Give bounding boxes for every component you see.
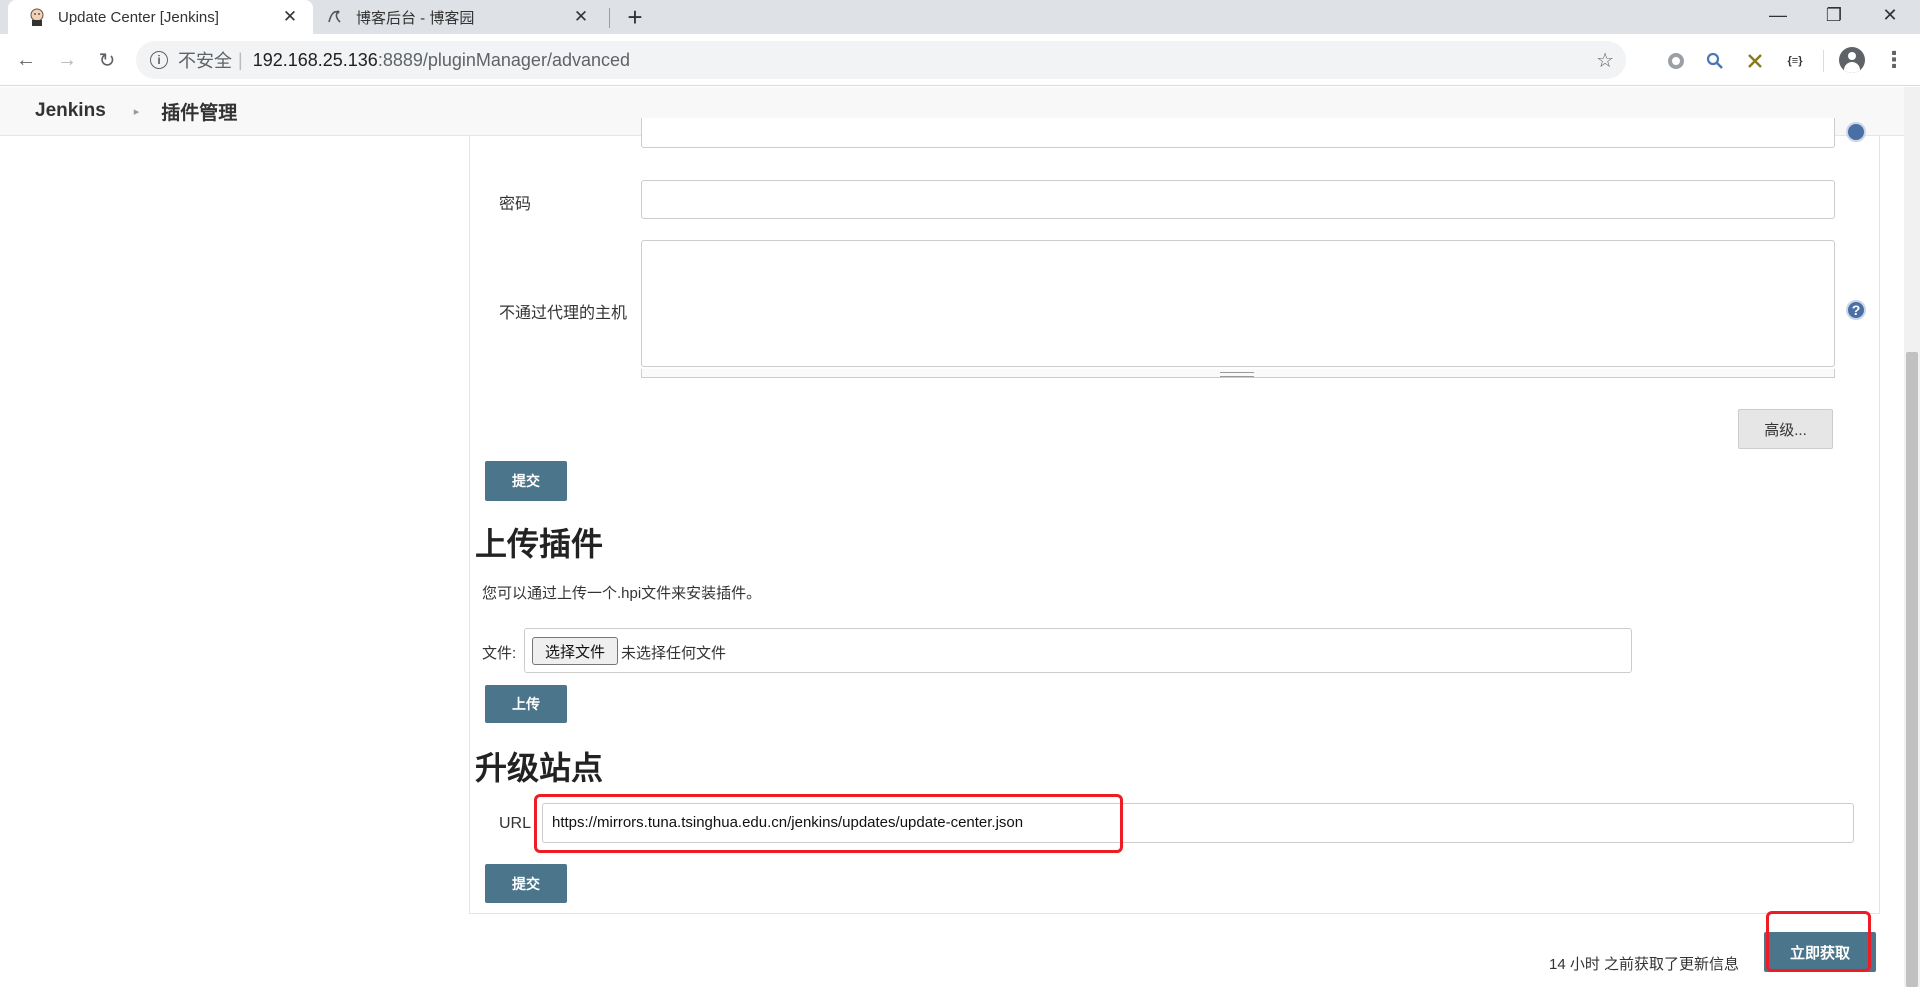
breadcrumb-jenkins[interactable]: Jenkins <box>35 100 106 122</box>
extension-json-icon[interactable]: {≡} <box>1781 47 1809 75</box>
new-tab-button[interactable]: + <box>620 2 650 32</box>
no-file-chosen-text: 未选择任何文件 <box>621 645 727 662</box>
username-field[interactable] <box>641 118 1835 148</box>
back-icon[interactable]: ← <box>10 44 42 76</box>
last-update-text: 14 小时 之前获取了更新信息 <box>1549 956 1740 973</box>
upload-plugin-description: 您可以通过上传一个.hpi文件来安装插件。 <box>482 585 762 602</box>
scrollbar-thumb[interactable] <box>1906 352 1918 987</box>
password-field[interactable] <box>641 180 1835 219</box>
address-separator: | <box>238 49 243 70</box>
jenkins-butler-icon <box>26 6 48 28</box>
no-proxy-hosts-label: 不通过代理的主机 <box>499 305 628 322</box>
bookmark-star-icon[interactable]: ☆ <box>1596 48 1614 73</box>
cnblogs-icon <box>324 6 346 28</box>
extension-x-icon[interactable] <box>1741 47 1769 75</box>
restore-button[interactable]: ❐ <box>1806 0 1862 30</box>
update-site-submit-button[interactable]: 提交 <box>485 864 567 903</box>
url-label: URL <box>499 815 532 832</box>
highlight-box-fetch <box>1766 911 1871 972</box>
reload-icon[interactable]: ↻ <box>91 44 123 76</box>
tab-title: 博客后台 - 博客园 <box>356 9 475 27</box>
address-host: 192.168.25.136 <box>252 49 378 70</box>
tab-update-center[interactable]: Update Center [Jenkins] ✕ <box>8 0 313 34</box>
close-window-button[interactable]: ✕ <box>1862 0 1918 30</box>
address-bar[interactable]: i 不安全 | 192.168.25.136:8889/pluginManage… <box>136 41 1626 79</box>
minimize-button[interactable]: — <box>1750 0 1806 30</box>
tab-cnblogs[interactable]: 博客后台 - 博客园 ✕ <box>316 0 604 34</box>
breadcrumb-arrow-icon[interactable]: ▸ <box>134 105 140 118</box>
close-icon[interactable]: ✕ <box>568 4 594 30</box>
choose-file-button[interactable]: 选择文件 <box>532 637 618 665</box>
extension-circle-icon[interactable] <box>1662 47 1690 75</box>
password-label: 密码 <box>499 196 532 213</box>
help-icon-partial[interactable] <box>1846 122 1866 142</box>
profile-avatar-icon[interactable] <box>1839 47 1865 73</box>
help-icon[interactable]: ? <box>1846 300 1866 320</box>
upload-plugin-heading: 上传插件 <box>475 526 604 562</box>
browser-toolbar: ← → ↻ i 不安全 | 192.168.25.136:8889/plugin… <box>0 34 1920 86</box>
advanced-button[interactable]: 高级... <box>1738 409 1833 449</box>
resize-grip-icon[interactable] <box>1220 372 1254 377</box>
address-path: :8889/pluginManager/advanced <box>377 49 631 70</box>
breadcrumb-plugin-manager[interactable]: 插件管理 <box>161 98 237 125</box>
tab-title: Update Center [Jenkins] <box>58 8 219 26</box>
browser-tab-strip: Update Center [Jenkins] ✕ 博客后台 - 博客园 ✕ +… <box>0 0 1920 34</box>
tab-separator <box>609 8 610 28</box>
security-label: 不安全 <box>178 51 232 71</box>
toolbar-divider <box>1823 50 1824 72</box>
close-icon[interactable]: ✕ <box>277 4 303 30</box>
forward-icon[interactable]: → <box>51 44 83 76</box>
info-icon[interactable]: i <box>150 51 168 69</box>
file-label: 文件: <box>482 645 517 662</box>
upload-button[interactable]: 上传 <box>485 685 567 723</box>
no-proxy-hosts-textarea[interactable] <box>641 240 1835 367</box>
update-site-heading: 升级站点 <box>475 750 604 786</box>
highlight-box-url <box>534 794 1123 853</box>
extension-search-icon[interactable] <box>1701 47 1729 75</box>
browser-menu-icon[interactable]: ⋮ <box>1880 46 1908 74</box>
proxy-submit-button[interactable]: 提交 <box>485 461 567 501</box>
